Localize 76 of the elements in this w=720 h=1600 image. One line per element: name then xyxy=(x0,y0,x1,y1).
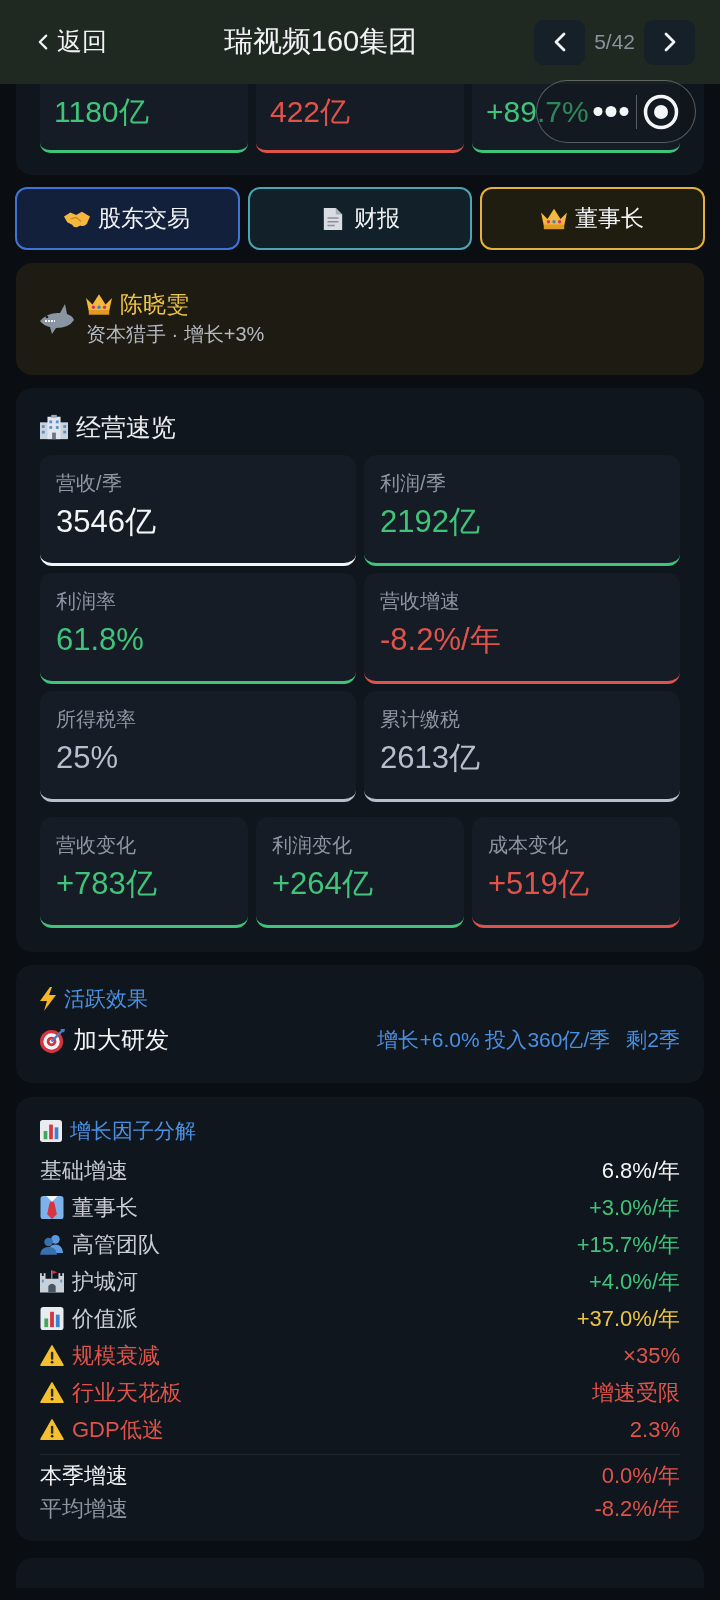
chevron-left-icon xyxy=(553,32,566,52)
back-button[interactable]: 返回 xyxy=(38,23,107,61)
stat-label: 所得税率 xyxy=(56,707,137,732)
page-counter: 5/42 xyxy=(593,29,636,56)
stat-label: 成本变化 xyxy=(488,833,569,858)
stat-value: +89.7% xyxy=(486,95,589,128)
stat-value: +519亿 xyxy=(488,865,590,903)
total-value: -8.2%/年 xyxy=(594,1495,680,1523)
factor-value: 6.8%/年 xyxy=(601,1157,680,1185)
stat-label: 营收变化 xyxy=(56,833,137,858)
stat-value: 422亿 xyxy=(270,95,351,128)
necktie-icon xyxy=(40,1196,64,1219)
factor-label: GDP低迷 xyxy=(72,1416,164,1444)
stat-label: 利润/季 xyxy=(380,471,447,496)
factor-label: 基础增速 xyxy=(40,1157,128,1185)
stat-value: 3546亿 xyxy=(56,503,157,541)
stat-label: 累计缴税 xyxy=(380,707,461,732)
stat-value: +264亿 xyxy=(272,865,374,903)
crown-icon xyxy=(86,293,112,315)
ring-dot-icon[interactable] xyxy=(643,93,679,130)
chairman-name: 陈晓雯 xyxy=(120,290,189,319)
stat-value: 2192亿 xyxy=(380,503,481,541)
people-icon xyxy=(40,1233,64,1256)
stat-label: 营收增速 xyxy=(380,589,461,614)
stat-value: +783亿 xyxy=(56,865,158,903)
factor-label: 价值派 xyxy=(72,1305,138,1333)
next-button[interactable] xyxy=(644,19,695,65)
warning-icon xyxy=(40,1381,64,1404)
factor-label: 行业天花板 xyxy=(72,1379,182,1407)
effect-name: 加大研发 xyxy=(73,1025,169,1055)
chairman-button[interactable]: 董事长 xyxy=(480,187,705,250)
bar-chart-icon xyxy=(40,1120,62,1142)
factor-label: 高管团队 xyxy=(72,1231,160,1259)
factor-value: +4.0%/年 xyxy=(588,1268,680,1296)
factor-label: 护城河 xyxy=(72,1268,138,1296)
stat-value: 61.8% xyxy=(56,621,145,659)
factor-label: 规模衰减 xyxy=(72,1342,160,1370)
stat-value: 2613亿 xyxy=(380,739,481,777)
effect-detail: 增长+6.0% 投入360亿/季 xyxy=(377,1027,611,1054)
section-title: 经营速览 xyxy=(76,412,176,443)
financial-report-button[interactable]: 财报 xyxy=(247,187,473,250)
chevron-left-icon xyxy=(38,34,48,50)
shark-icon xyxy=(40,304,74,334)
factor-value: +3.0%/年 xyxy=(588,1194,680,1222)
warning-icon xyxy=(40,1344,64,1367)
warning-icon xyxy=(40,1418,64,1441)
section-title: 活跃效果 xyxy=(64,986,148,1012)
total-label: 本季增速 xyxy=(40,1462,128,1490)
target-icon xyxy=(40,1027,65,1053)
stat-value: 1180亿 xyxy=(54,95,149,128)
chairman-subtitle: 资本猎手 · 增长+3% xyxy=(86,323,265,345)
factor-value: 增速受限 xyxy=(592,1379,680,1407)
stat-label: 利润变化 xyxy=(272,833,353,858)
lightning-icon xyxy=(40,987,56,1011)
chevron-right-icon xyxy=(663,32,676,52)
factor-value: 2.3% xyxy=(629,1416,680,1444)
stat-value: -8.2%/年 xyxy=(380,621,502,659)
stat-label: 营收/季 xyxy=(56,471,123,496)
total-label: 平均增速 xyxy=(40,1495,128,1523)
stat-value: 25% xyxy=(56,739,120,777)
section-title: 增长因子分解 xyxy=(70,1118,196,1144)
effect-remaining: 剩2季 xyxy=(626,1027,680,1054)
crown-icon xyxy=(541,207,568,230)
total-value: 0.0%/年 xyxy=(601,1462,680,1490)
previous-button[interactable] xyxy=(534,19,586,65)
stat-label: 利润率 xyxy=(56,589,117,614)
office-building-icon xyxy=(40,414,68,440)
bar-chart-icon xyxy=(40,1307,64,1330)
factor-value: +37.0%/年 xyxy=(576,1305,680,1333)
page-title: 瑞视频160集团 xyxy=(223,25,418,58)
shareholder-trade-button[interactable]: 股东交易 xyxy=(15,187,240,250)
factor-value: ×35% xyxy=(623,1342,680,1370)
ellipsis-icon[interactable] xyxy=(593,106,629,117)
factor-label: 董事长 xyxy=(72,1194,138,1222)
factor-value: +15.7%/年 xyxy=(576,1231,680,1259)
castle-icon xyxy=(40,1270,64,1293)
